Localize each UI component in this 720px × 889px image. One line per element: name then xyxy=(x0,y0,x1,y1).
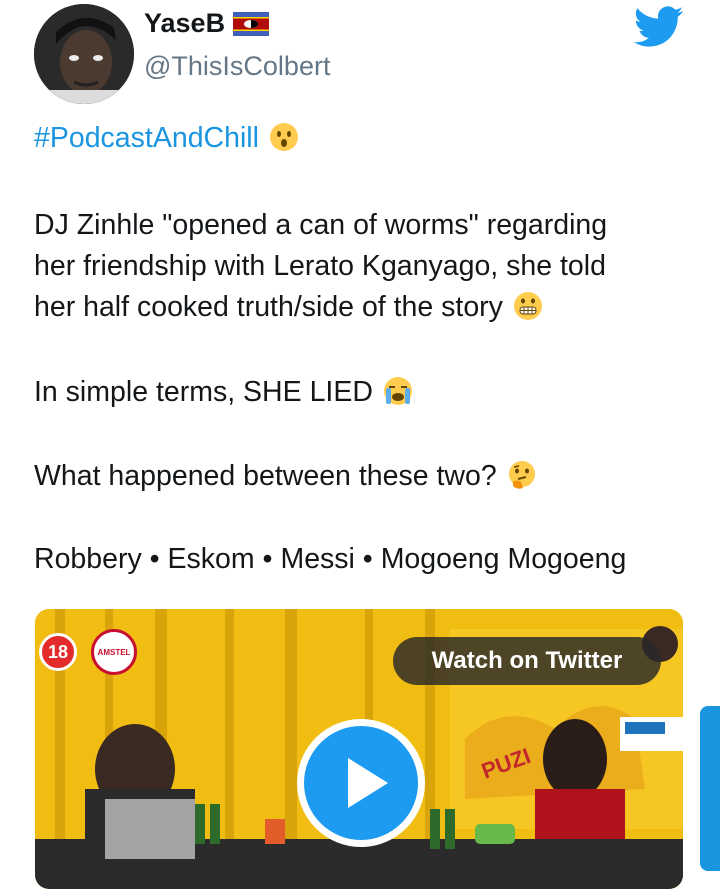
hashtag-line: #PodcastAndChill xyxy=(34,118,694,159)
paragraph-1-line-1: DJ Zinhle "opened a can of worms" regard… xyxy=(34,209,608,241)
watch-on-twitter-button[interactable]: Watch on Twitter xyxy=(393,637,661,685)
thinking-face-emoji-icon xyxy=(508,461,535,489)
hashtag-link[interactable]: #PodcastAndChill xyxy=(34,122,259,154)
tweet-card: YaseB @ThisIsColbert #PodcastAndChill DJ… xyxy=(0,0,720,889)
paragraph-1-line-3: her half cooked truth/side of the story xyxy=(34,291,503,323)
hushed-face-emoji-icon xyxy=(269,123,298,151)
eswatini-flag-icon xyxy=(233,11,270,36)
paragraph-1-line-2: her friendship with Lerato Kganyago, she… xyxy=(34,250,606,282)
author-display-name[interactable]: YaseB xyxy=(144,8,225,39)
tweet-paragraph-4: Robbery • Eskom • Messi • Mogoeng Mogoen… xyxy=(34,539,694,580)
age-rating-badge: 18 xyxy=(39,633,77,671)
crying-face-emoji-icon xyxy=(383,377,412,405)
twitter-bird-icon[interactable] xyxy=(634,6,684,48)
author-name-row[interactable]: YaseB xyxy=(144,8,270,39)
amstel-logo: AMSTEL xyxy=(91,629,137,675)
tweet-paragraph-2: In simple terms, SHE LIED xyxy=(34,372,694,413)
play-icon xyxy=(348,758,388,808)
avatar-photo xyxy=(34,4,134,104)
paragraph-3-text: What happened between these two? xyxy=(34,460,497,492)
author-avatar[interactable] xyxy=(34,4,134,104)
topics-line: Robbery • Eskom • Messi • Mogoeng Mogoen… xyxy=(34,543,627,575)
side-panel-tab[interactable] xyxy=(700,706,720,871)
play-button[interactable] xyxy=(297,719,425,847)
tweet-paragraph-1: DJ Zinhle "opened a can of worms" regard… xyxy=(34,205,694,328)
author-handle[interactable]: @ThisIsColbert xyxy=(144,51,330,82)
grimacing-face-emoji-icon xyxy=(513,292,542,320)
paragraph-2-text: In simple terms, SHE LIED xyxy=(34,376,373,408)
video-thumbnail[interactable]: PUZI 18 AMSTEL Watch on Twitter xyxy=(35,609,683,889)
tweet-paragraph-3: What happened between these two? xyxy=(34,456,694,497)
